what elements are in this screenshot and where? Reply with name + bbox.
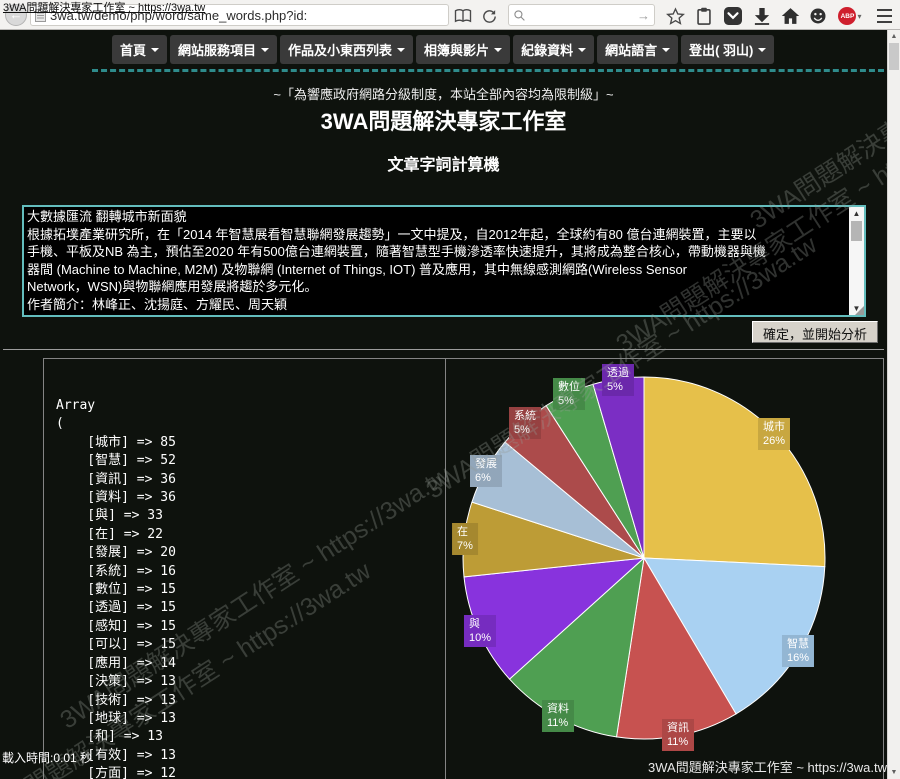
scroll-thumb[interactable] <box>889 43 899 70</box>
load-time-status: 載入時間:0.01 秒 <box>2 749 92 766</box>
article-text: 大數據匯流 翻轉城市新面貌 根據拓墣產業研究所，在「2014 年智慧展看智慧聯網… <box>24 207 848 315</box>
nav-item-label: 相簿與影片 <box>424 40 489 59</box>
feedback-smiley-icon[interactable] <box>808 6 828 26</box>
pie-label-數位: 數位5% <box>553 378 585 410</box>
search-box[interactable]: → <box>508 4 655 26</box>
nav-item-3[interactable]: 相簿與影片 <box>416 35 510 64</box>
nav-item-label: 紀錄資料 <box>521 40 573 59</box>
dashed-divider <box>92 69 884 72</box>
site-title: 3WA問題解決專家工作室 <box>0 104 887 136</box>
nav-item-label: 登出( 羽山) <box>689 40 753 59</box>
chevron-down-icon <box>578 48 586 52</box>
nav-item-6[interactable]: 登出( 羽山) <box>681 35 774 64</box>
pie-label-資料: 資料11% <box>542 700 574 732</box>
textarea-scrollbar[interactable]: ▲ ▼ <box>849 207 864 315</box>
pie-slice-城市[interactable] <box>644 377 825 567</box>
pie-label-智慧: 智慧16% <box>782 635 814 667</box>
horizontal-rule <box>3 349 884 350</box>
pie-chart[interactable]: 城市26% 智慧16% 資訊11% 資料11% 與10% 在7% 發展6%系統5% 數位5% 透… <box>446 359 883 779</box>
reload-icon[interactable] <box>479 6 499 26</box>
nav-item-label: 作品及小東西列表 <box>288 40 392 59</box>
textarea-scroll-up-icon[interactable]: ▲ <box>849 207 864 220</box>
rating-notice: ~「為響應政府網路分級制度，本站全部內容均為限制級」~ <box>0 84 887 103</box>
word-count-cell: Array ( [城市] => 85 [智慧] => 52 [資訊] => 36… <box>44 359 446 779</box>
search-go-icon[interactable]: → <box>637 8 650 23</box>
chevron-down-icon <box>494 48 502 52</box>
pie-label-發展: 發展6% <box>470 455 502 487</box>
page-scrollbar[interactable]: ▲ ▼ <box>887 30 900 779</box>
nav-item-label: 網站服務項目 <box>178 40 256 59</box>
site-credit: 3WA問題解決專家工作室 ~ https://3wa.tw <box>648 757 887 776</box>
browser-chrome: ← 3wa.tw/demo/php/word/same_words.php?id… <box>0 0 900 30</box>
home-icon[interactable] <box>780 6 800 26</box>
nav-item-5[interactable]: 網站語言 <box>597 35 678 64</box>
tab-title: 3WA問題解決專家工作室 ~ https://3wa.tw <box>3 0 205 15</box>
textarea-resize-grip[interactable] <box>855 306 864 315</box>
download-icon[interactable] <box>752 6 772 26</box>
nav-item-label: 首頁 <box>120 40 146 59</box>
menu-hamburger-icon[interactable] <box>874 6 894 26</box>
clipboard-icon[interactable] <box>694 6 714 26</box>
reader-mode-icon[interactable] <box>453 6 473 26</box>
textarea-scroll-thumb[interactable] <box>851 221 862 241</box>
nav-item-2[interactable]: 作品及小東西列表 <box>280 35 413 64</box>
pie-label-在: 在7% <box>452 523 478 555</box>
abp-caret-icon: ▾ <box>857 12 861 21</box>
search-input[interactable] <box>526 8 637 22</box>
nav-item-0[interactable]: 首頁 <box>112 35 167 64</box>
pocket-icon[interactable] <box>723 6 743 26</box>
scroll-down-icon[interactable]: ▼ <box>888 766 900 779</box>
pie-label-與: 與10% <box>464 615 496 647</box>
pie-label-資訊: 資訊11% <box>662 719 694 751</box>
bookmark-star-icon[interactable] <box>665 6 685 26</box>
abp-badge: ABP <box>838 7 856 25</box>
chevron-down-icon <box>662 48 670 52</box>
scroll-up-icon[interactable]: ▲ <box>888 30 900 43</box>
chevron-down-icon <box>397 48 405 52</box>
pie-label-系統: 系統5% <box>509 407 541 439</box>
article-textarea[interactable]: 大數據匯流 翻轉城市新面貌 根據拓墣產業研究所，在「2014 年智慧展看智慧聯網… <box>22 205 866 317</box>
result-table: Array ( [城市] => 85 [智慧] => 52 [資訊] => 36… <box>43 358 884 779</box>
nav-bar: 首頁 網站服務項目 作品及小東西列表 相簿與影片 紀錄資料 網站語言 登出( 羽山) <box>112 35 774 64</box>
adblock-plus-icon[interactable]: ABP ▾ <box>836 6 864 26</box>
chevron-down-icon <box>151 48 159 52</box>
page-title: 文章字詞計算機 <box>0 151 887 175</box>
nav-item-1[interactable]: 網站服務項目 <box>170 35 277 64</box>
chevron-down-icon <box>758 48 766 52</box>
array-output: Array ( [城市] => 85 [智慧] => 52 [資訊] => 36… <box>56 397 445 779</box>
search-icon <box>513 9 526 22</box>
pie-label-城市: 城市26% <box>758 418 790 450</box>
pie-label-透過: 透過5% <box>602 364 634 396</box>
chevron-down-icon <box>261 48 269 52</box>
nav-item-label: 網站語言 <box>605 40 657 59</box>
nav-item-4[interactable]: 紀錄資料 <box>513 35 594 64</box>
page-content: 首頁 網站服務項目 作品及小東西列表 相簿與影片 紀錄資料 網站語言 登出( 羽山) ~「為… <box>0 30 887 779</box>
analyze-button[interactable]: 確定，並開始分析 <box>752 321 878 343</box>
